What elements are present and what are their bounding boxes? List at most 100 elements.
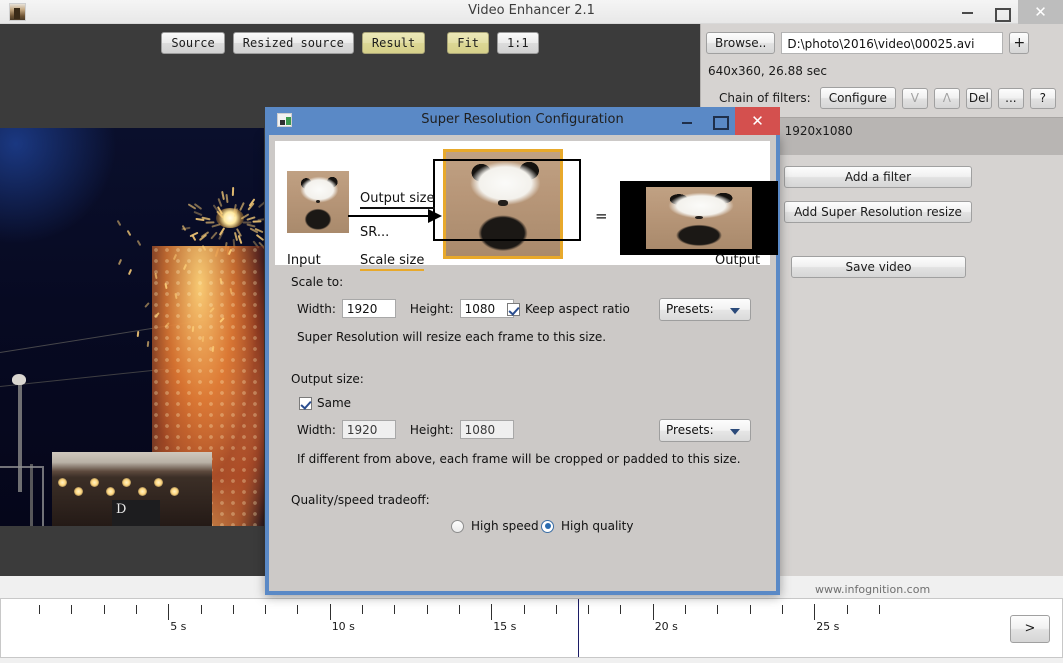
- window-controls: ✕: [950, 0, 1063, 24]
- diagram-sr-label: SR...: [360, 225, 389, 240]
- timeline[interactable]: 5 s10 s15 s20 s25 s >: [0, 598, 1063, 658]
- scale-presets-select[interactable]: Presets:: [659, 298, 751, 321]
- diagram-equals-label: =: [595, 207, 608, 225]
- keep-aspect-ratio-label: Keep aspect ratio: [525, 302, 630, 316]
- app-root: Video Enhancer 2.1 ✕ Source Resized sour…: [0, 0, 1063, 663]
- building-light: [170, 487, 179, 496]
- high-quality-label: High quality: [561, 519, 633, 533]
- quality-section-label: Quality/speed tradeoff:: [291, 493, 430, 507]
- maximize-button[interactable]: [984, 0, 1018, 24]
- zoom-button-fit[interactable]: Fit: [447, 32, 489, 54]
- keep-aspect-ratio-checkbox[interactable]: [507, 303, 520, 316]
- super-resolution-configuration-dialog: Super Resolution Configuration ✕ Output …: [265, 135, 780, 595]
- timeline-tick: [297, 605, 298, 614]
- configure-button[interactable]: Configure: [820, 87, 896, 109]
- video-railing: [0, 466, 44, 526]
- close-button[interactable]: ✕: [1018, 0, 1063, 24]
- view-button-source[interactable]: Source: [161, 32, 224, 54]
- building-light: [74, 487, 83, 496]
- filter-chain-toolbar: Chain of filters: Configure V Λ Del ... …: [719, 87, 1056, 109]
- chain-of-filters-label: Chain of filters:: [719, 91, 811, 105]
- add-super-resolution-resize-button[interactable]: Add Super Resolution resize: [784, 201, 972, 223]
- timeline-tick: [685, 605, 686, 614]
- timeline-tick: [847, 605, 848, 614]
- main-titlebar: Video Enhancer 2.1 ✕: [0, 0, 1063, 24]
- timeline-tick: [233, 605, 234, 614]
- timeline-major-tick: [168, 604, 169, 620]
- view-mode-buttons: Source Resized source Result Fit 1:1: [0, 32, 700, 54]
- timeline-tick: [620, 605, 621, 614]
- output-width-input[interactable]: 1920: [342, 420, 396, 439]
- building-light: [122, 478, 131, 487]
- save-video-button[interactable]: Save video: [791, 256, 966, 278]
- output-same-checkbox[interactable]: [299, 397, 312, 410]
- high-speed-radio[interactable]: [451, 520, 464, 533]
- high-speed-option[interactable]: High speed: [451, 519, 539, 533]
- window-title: Video Enhancer 2.1: [0, 3, 1063, 18]
- timeline-playhead[interactable]: [578, 599, 579, 657]
- output-size-hint: If different from above, each frame will…: [297, 452, 741, 466]
- diagram-output-size-label: Output size: [360, 191, 435, 209]
- video-sign: D: [112, 500, 160, 526]
- timeline-tick: [459, 605, 460, 614]
- browse-button[interactable]: Browse..: [706, 32, 775, 54]
- output-height-input[interactable]: 1080: [460, 420, 514, 439]
- view-button-resized-source[interactable]: Resized source: [233, 32, 354, 54]
- timeline-tick: [782, 605, 783, 614]
- firework-spark: [196, 218, 205, 221]
- firework-spark: [211, 223, 220, 227]
- minimize-button[interactable]: [950, 0, 984, 24]
- delete-filter-button[interactable]: Del: [966, 88, 992, 109]
- firework-spark: [232, 187, 234, 196]
- output-size-section-label: Output size:: [291, 372, 364, 386]
- timeline-tick: [556, 605, 557, 614]
- dialog-maximize-button[interactable]: [703, 107, 735, 135]
- scale-width-label: Width:: [297, 302, 336, 316]
- output-presets-select[interactable]: Presets:: [659, 419, 751, 442]
- process-arrow-icon: [348, 215, 440, 217]
- move-up-button[interactable]: Λ: [934, 88, 960, 109]
- more-options-button[interactable]: ...: [998, 88, 1024, 109]
- move-down-button[interactable]: V: [902, 88, 928, 109]
- timeline-tick: [427, 605, 428, 614]
- firework-spark: [239, 202, 245, 211]
- zoom-button-1-1[interactable]: 1:1: [497, 32, 539, 54]
- timeline-tick: [201, 605, 202, 614]
- timeline-tick: [265, 605, 266, 614]
- timeline-major-tick: [814, 604, 815, 620]
- building-light: [154, 478, 163, 487]
- building-light: [90, 478, 99, 487]
- timeline-tick: [524, 605, 525, 614]
- dialog-close-button[interactable]: ✕: [735, 107, 780, 135]
- help-button[interactable]: ?: [1030, 88, 1056, 109]
- next-frame-button[interactable]: >: [1010, 615, 1050, 643]
- timeline-tick: [394, 605, 395, 614]
- scale-to-fields: Width: 1920 Height: 1080: [297, 299, 514, 318]
- firework-spark: [225, 194, 228, 203]
- keep-aspect-ratio-row[interactable]: Keep aspect ratio: [507, 302, 630, 316]
- output-size-fields: Width: 1920 Height: 1080: [297, 420, 514, 439]
- diagram-scale-size-label: Scale size: [360, 253, 424, 271]
- view-button-result[interactable]: Result: [362, 32, 425, 54]
- scale-width-input[interactable]: 1920: [342, 299, 396, 318]
- high-quality-radio[interactable]: [541, 520, 554, 533]
- dialog-window-controls: ✕: [671, 107, 780, 135]
- high-quality-option[interactable]: High quality: [541, 519, 633, 533]
- video-frame[interactable]: D: [0, 128, 264, 526]
- timeline-tick-label: 20 s: [655, 620, 678, 633]
- output-height-label: Height:: [410, 423, 454, 437]
- firework-spark: [193, 211, 202, 216]
- dialog-minimize-button[interactable]: [671, 107, 703, 135]
- source-path-input[interactable]: D:\photo\2016\video\00025.avi: [781, 32, 1003, 54]
- add-filter-button[interactable]: Add a filter: [784, 166, 972, 188]
- scale-height-label: Height:: [410, 302, 454, 316]
- scale-height-input[interactable]: 1080: [460, 299, 514, 318]
- output-same-row[interactable]: Same: [299, 396, 351, 410]
- output-width-label: Width:: [297, 423, 336, 437]
- timeline-tick: [750, 605, 751, 614]
- timeline-tick-label: 5 s: [170, 620, 186, 633]
- source-file-row: Browse.. D:\photo\2016\video\00025.avi +: [706, 32, 1029, 54]
- high-speed-label: High speed: [471, 519, 539, 533]
- scale-to-hint: Super Resolution will resize each frame …: [297, 330, 606, 344]
- add-source-button[interactable]: +: [1009, 32, 1029, 54]
